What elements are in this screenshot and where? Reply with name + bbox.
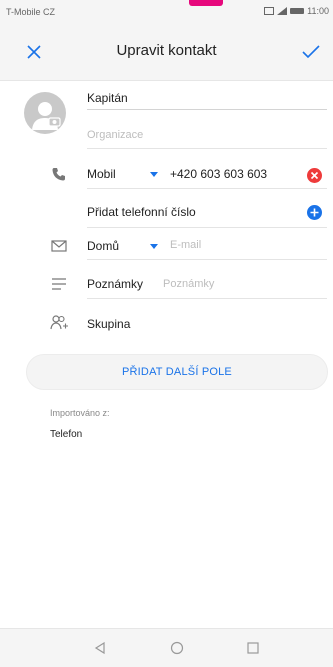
name-underline [87,109,327,110]
add-phone-underline [87,227,327,228]
home-circle-icon [170,641,184,655]
back-nav-button[interactable] [90,638,110,658]
save-button[interactable] [297,38,325,66]
status-icons: 11:00 [264,6,329,16]
title-bar: Upravit kontakt [0,24,333,81]
check-icon [302,45,320,59]
add-phone-button[interactable] [307,205,322,220]
battery-icon [290,8,305,14]
notes-label: Poznámky [87,277,144,291]
phone-icon [50,165,68,183]
organization-underline [87,148,327,149]
status-bar: T-Mobile CZ 11:00 [0,0,333,24]
nfc-icon [264,7,275,15]
notes-underline [87,298,327,299]
name-field[interactable]: Kapitán [87,91,128,105]
notes-field[interactable]: Poznámky [163,278,214,290]
email-underline [87,259,327,260]
group-field[interactable]: Skupina [87,317,130,331]
add-more-fields-button[interactable]: PŘIDAT DALŠÍ POLE [26,354,328,390]
group-icon [50,313,68,331]
back-triangle-icon [94,641,105,655]
organization-field[interactable]: Organizace [87,129,143,141]
navigation-bar [0,628,333,667]
home-nav-button[interactable] [167,638,187,658]
email-type-select[interactable]: Domů [87,239,119,253]
phone-underline [87,188,327,189]
notes-icon [50,275,68,293]
plus-icon [310,208,319,217]
signal-icon [277,7,288,15]
recents-nav-button[interactable] [243,638,263,658]
import-label: Importováno z: [50,408,110,418]
phone-type-select[interactable]: Mobil [87,167,116,181]
clock: 11:00 [307,6,329,16]
chevron-down-icon[interactable] [150,172,158,177]
recents-square-icon [247,642,259,654]
notification-tab [189,0,223,6]
person-camera-icon [32,102,61,130]
chevron-down-icon[interactable] [150,244,158,249]
import-value: Telefon [50,429,83,440]
page-title: Upravit kontakt [116,42,217,59]
carrier-label: T-Mobile CZ [6,7,56,17]
add-phone-label[interactable]: Přidat telefonní číslo [87,205,196,219]
email-icon [50,237,68,255]
remove-phone-button[interactable] [307,168,322,183]
email-field[interactable]: E-mail [170,239,201,251]
contact-avatar[interactable] [24,92,66,134]
phone-number-field[interactable]: +420 603 603 603 [170,167,267,181]
close-icon [310,171,319,180]
